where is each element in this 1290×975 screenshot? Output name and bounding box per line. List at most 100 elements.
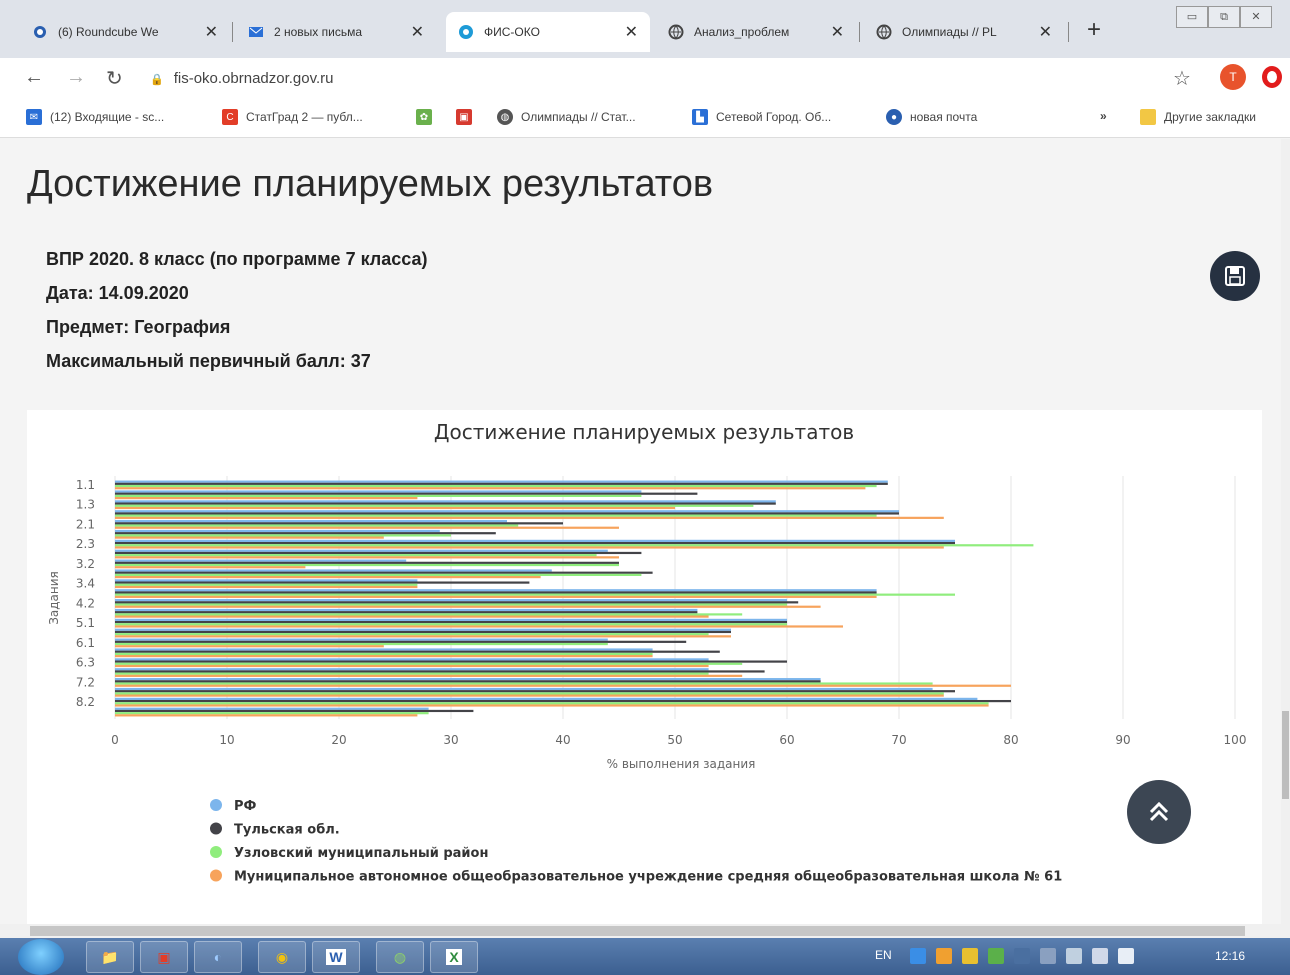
bar-3.1-series-0[interactable] — [115, 549, 608, 552]
bar-4.1-series-1[interactable] — [115, 591, 877, 594]
bar-1.4-series-2[interactable] — [115, 514, 877, 517]
bar-8.2-series-3[interactable] — [115, 704, 989, 707]
bar-5.1-series-1[interactable] — [115, 620, 787, 624]
bar-6.2-series-1[interactable] — [115, 650, 720, 653]
bar-3.3-series-0[interactable] — [115, 569, 552, 572]
tray-icon[interactable] — [936, 948, 952, 964]
bar-5.2-series-0[interactable] — [115, 628, 731, 631]
bar-6.3-series-0[interactable] — [115, 658, 709, 661]
bar-7.2-series-0[interactable] — [115, 678, 821, 681]
bar-3.2-series-2[interactable] — [115, 563, 619, 567]
vertical-scrollbar[interactable] — [1281, 139, 1290, 924]
tab-mail[interactable]: 2 новых письма ✕ — [236, 14, 436, 50]
bar-3.3-series-2[interactable] — [115, 573, 642, 577]
bookmark-inbox[interactable]: ✉ (12) Входящие - sc... — [26, 109, 164, 125]
bar-1.2-series-0[interactable] — [115, 490, 642, 493]
bar-2.3-series-0[interactable] — [115, 539, 955, 542]
bar-6.3-series-2[interactable] — [115, 662, 743, 665]
bar-7.1-series-0[interactable] — [115, 668, 709, 671]
bar-7.1-series-1[interactable] — [115, 670, 765, 673]
bookmarks-overflow-button[interactable]: » — [1100, 109, 1107, 123]
bar-2.1-series-0[interactable] — [115, 520, 507, 523]
bar-3.3-series-3[interactable] — [115, 576, 541, 579]
bookmark-emblem[interactable]: ▣ — [456, 109, 480, 125]
bar-4.3-series-3[interactable] — [115, 615, 709, 618]
bar-2.3-series-3[interactable] — [115, 546, 944, 549]
bar-6.3-series-3[interactable] — [115, 664, 709, 668]
bookmark-netcity[interactable]: ▙ Сетевой Город. Об... — [692, 109, 831, 125]
bar-3.4-series-1[interactable] — [115, 581, 530, 584]
bar-8.2-series-1[interactable] — [115, 699, 1011, 703]
close-icon[interactable]: ✕ — [625, 22, 638, 42]
bookmark-star-icon[interactable]: ☆ — [1173, 66, 1191, 91]
bar-8.1-series-3[interactable] — [115, 694, 944, 697]
save-button[interactable] — [1210, 251, 1260, 301]
tab-analysis[interactable]: Анализ_проблем ✕ — [656, 14, 856, 50]
reload-icon[interactable]: ↻ — [106, 66, 123, 91]
taskbar-app[interactable]: ▣ — [140, 941, 188, 973]
bar-1.3-series-0[interactable] — [115, 500, 776, 503]
bar-8.2-series-2[interactable] — [115, 702, 989, 705]
taskbar-word[interactable]: W — [312, 941, 360, 973]
bar-3.4-series-0[interactable] — [115, 579, 418, 582]
bar-2.3-series-2[interactable] — [115, 544, 1034, 547]
network-icon[interactable] — [1040, 948, 1056, 964]
bar-2.1-series-3[interactable] — [115, 526, 619, 529]
bar-6.3-series-1[interactable] — [115, 660, 787, 663]
bar-4.1-series-0[interactable] — [115, 589, 877, 592]
taskbar-app[interactable]: ◐ — [194, 941, 242, 973]
bar-1.4-series-3[interactable] — [115, 516, 944, 519]
bar-7.2-series-1[interactable] — [115, 680, 821, 683]
bar-7.2-series-3[interactable] — [115, 684, 1011, 687]
bar-3.1-series-1[interactable] — [115, 551, 642, 555]
bar-1.1-series-1[interactable] — [115, 482, 888, 485]
scrollbar-thumb[interactable] — [30, 926, 1245, 936]
legend-item[interactable]: РФ — [234, 799, 257, 814]
start-button[interactable] — [18, 939, 64, 975]
flag-icon[interactable] — [1092, 948, 1108, 964]
horizontal-scrollbar[interactable] — [0, 924, 1290, 938]
taskbar-app[interactable]: ◍ — [376, 941, 424, 973]
bar-1.2-series-3[interactable] — [115, 497, 418, 500]
scroll-to-top-button[interactable] — [1127, 780, 1191, 844]
bar-1.2-series-2[interactable] — [115, 494, 642, 498]
scrollbar-thumb[interactable] — [1282, 711, 1289, 799]
bar-8.1-series-2[interactable] — [115, 692, 944, 695]
tray-icon[interactable] — [988, 948, 1004, 964]
bar-2.1-series-1[interactable] — [115, 522, 563, 525]
bookmark-extension[interactable]: ✿ — [416, 109, 440, 125]
bar-5.1-series-0[interactable] — [115, 618, 787, 621]
bar-4.2-series-0[interactable] — [115, 599, 787, 602]
bar-7.1-series-3[interactable] — [115, 674, 743, 677]
bar-2.2-series-1[interactable] — [115, 532, 496, 535]
restore-icon[interactable]: ⧉ — [1208, 6, 1240, 28]
bar-8.3-series-1[interactable] — [115, 709, 474, 713]
taskbar-chrome[interactable]: ◉ — [258, 941, 306, 973]
bar-6.1-series-2[interactable] — [115, 642, 608, 646]
bar-1.4-series-1[interactable] — [115, 512, 899, 515]
tab-olympiads[interactable]: Олимпиады // PL ✕ — [864, 14, 1064, 50]
taskbar-explorer[interactable]: 📁 — [86, 941, 134, 973]
back-icon[interactable]: ← — [24, 66, 44, 89]
bar-1.3-series-1[interactable] — [115, 502, 776, 505]
tab-fis-oko[interactable]: ФИС-ОКО ✕ — [446, 12, 650, 52]
bar-1.2-series-1[interactable] — [115, 492, 698, 495]
minimize-icon[interactable]: ▭ — [1176, 6, 1208, 28]
volume-icon[interactable] — [1066, 948, 1082, 964]
action-center-icon[interactable] — [1118, 948, 1134, 964]
bar-8.1-series-0[interactable] — [115, 687, 933, 691]
tray-icon[interactable] — [962, 948, 978, 964]
legend-item[interactable]: Тульская обл. — [234, 823, 340, 838]
bar-6.1-series-3[interactable] — [115, 645, 384, 648]
bar-2.2-series-0[interactable] — [115, 529, 440, 533]
bar-7.2-series-2[interactable] — [115, 682, 933, 685]
bar-2.1-series-2[interactable] — [115, 524, 519, 527]
bar-3.2-series-1[interactable] — [115, 561, 619, 564]
bar-3.2-series-0[interactable] — [115, 559, 407, 562]
bar-7.1-series-2[interactable] — [115, 672, 709, 675]
bar-3.4-series-3[interactable] — [115, 585, 418, 589]
bar-8.3-series-3[interactable] — [115, 714, 418, 717]
bookmark-new-mail[interactable]: ● новая почта — [886, 109, 977, 125]
bar-3.4-series-2[interactable] — [115, 583, 418, 586]
bar-3.2-series-3[interactable] — [115, 566, 306, 569]
